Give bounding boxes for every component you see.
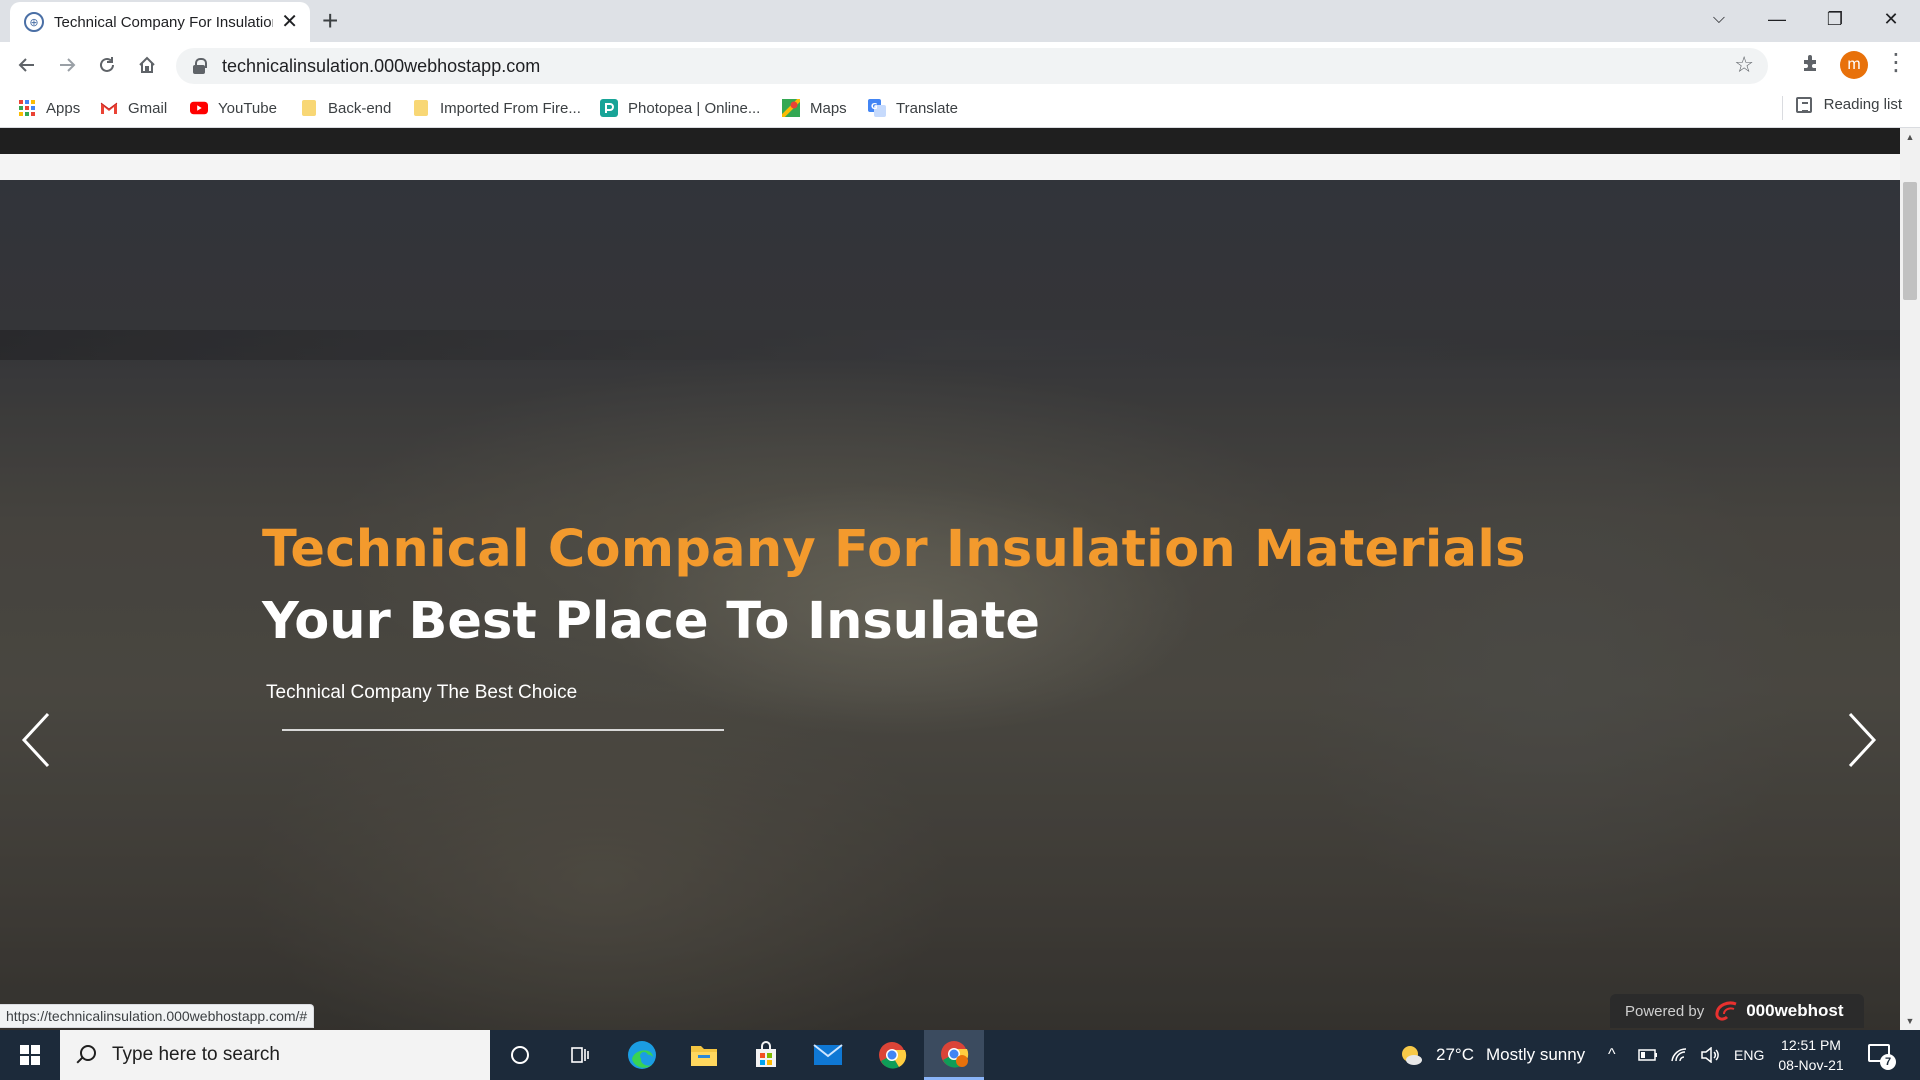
hero-slider: Technical Company For Insulation Materia… bbox=[0, 180, 1900, 1030]
weather-condition: Mostly sunny bbox=[1485, 1045, 1586, 1064]
windows-logo-icon bbox=[20, 1045, 40, 1065]
address-url[interactable]: technicalinsulation.000webhostapp.com bbox=[222, 56, 540, 77]
tab-strip: ⊕ Technical Company For Insulation Mater… bbox=[0, 0, 1920, 42]
maps-icon bbox=[782, 99, 800, 117]
bookmark-label: Imported From Fire... bbox=[440, 99, 581, 117]
hero-subtitle: Your Best Place To Insulate bbox=[262, 592, 1040, 651]
minimize-button[interactable]: — bbox=[1748, 0, 1806, 38]
bookmark-apps[interactable]: Apps bbox=[18, 96, 80, 120]
apps-grid-icon bbox=[18, 99, 36, 117]
hero-tagline: Technical Company The Best Choice bbox=[266, 682, 578, 703]
hero-divider bbox=[282, 729, 724, 731]
bookmark-label: Back-end bbox=[328, 99, 392, 117]
bookmark-back-end[interactable]: Back-end bbox=[300, 96, 391, 120]
notification-count: 7 bbox=[1880, 1054, 1896, 1070]
back-arrow-icon[interactable] bbox=[12, 50, 42, 80]
taskbar-search-box[interactable]: Type here to search bbox=[60, 1030, 490, 1080]
youtube-icon bbox=[190, 99, 208, 117]
bookmarks-divider bbox=[1782, 96, 1783, 120]
000webhost-logo-icon bbox=[1715, 1001, 1737, 1021]
start-button[interactable] bbox=[0, 1030, 60, 1080]
browser-toolbar: technicalinsulation.000webhostapp.com ☆ … bbox=[0, 42, 1920, 88]
bookmark-label: Gmail bbox=[128, 99, 168, 117]
page-scrollbar[interactable]: ▲ ▼ bbox=[1900, 128, 1920, 1030]
powered-by-brand: 000webhost bbox=[1746, 1001, 1844, 1020]
tab-search-button[interactable]: ⌵ bbox=[1690, 0, 1748, 38]
chrome-profile-icon[interactable] bbox=[924, 1030, 984, 1080]
bookmark-youtube[interactable]: YouTube bbox=[190, 96, 277, 120]
reload-icon[interactable] bbox=[92, 50, 122, 80]
wifi-icon[interactable] bbox=[1670, 1030, 1690, 1080]
link-status-bubble: https://technicalinsulation.000webhostap… bbox=[0, 1004, 315, 1028]
slider-prev-arrow-icon[interactable] bbox=[18, 710, 58, 770]
site-top-bar bbox=[0, 128, 1900, 154]
new-tab-button[interactable]: + bbox=[322, 6, 338, 36]
edge-icon[interactable] bbox=[612, 1030, 672, 1080]
reading-list-label: Reading list bbox=[1823, 96, 1902, 113]
file-explorer-icon[interactable] bbox=[674, 1030, 734, 1080]
bookmarks-bar: Apps Gmail YouTube Back-end Imported Fro… bbox=[0, 88, 1920, 128]
reading-list-button[interactable]: Reading list bbox=[1795, 96, 1902, 113]
clock-time: 12:51 PM bbox=[1781, 1037, 1841, 1053]
extensions-puzzle-icon[interactable] bbox=[1800, 52, 1822, 80]
bookmark-label: Photopea | Online... bbox=[628, 99, 761, 117]
home-icon[interactable] bbox=[132, 50, 162, 80]
bookmark-translate[interactable]: G Translate bbox=[868, 96, 958, 120]
search-icon bbox=[74, 1044, 96, 1066]
clock-date: 08-Nov-21 bbox=[1778, 1057, 1844, 1073]
scroll-thumb[interactable] bbox=[1903, 182, 1917, 300]
bookmark-label: Apps bbox=[46, 99, 81, 117]
restore-button[interactable]: ❐ bbox=[1806, 0, 1864, 38]
hero-title: Technical Company For Insulation Materia… bbox=[262, 520, 1526, 579]
photopea-icon bbox=[600, 99, 618, 117]
address-bar[interactable]: technicalinsulation.000webhostapp.com ☆ bbox=[176, 48, 1768, 84]
translate-icon: G bbox=[868, 99, 886, 117]
tab-title: Technical Company For Insulation Materia… bbox=[54, 13, 273, 31]
bookmark-imported-from-firefox[interactable]: Imported From Fire... bbox=[412, 96, 581, 120]
windows-taskbar: Type here to search 27°C Mostly sunny ^ … bbox=[0, 1030, 1920, 1080]
mail-icon[interactable] bbox=[798, 1030, 858, 1080]
forward-arrow-icon[interactable] bbox=[52, 50, 82, 80]
bookmark-photopea[interactable]: Photopea | Online... bbox=[600, 96, 760, 120]
scroll-down-arrow-icon[interactable]: ▼ bbox=[1900, 1012, 1920, 1030]
language-indicator[interactable]: ENG bbox=[1734, 1030, 1764, 1080]
weather-temp: 27°C bbox=[1436, 1045, 1474, 1064]
browser-menu-icon[interactable]: ⋮ bbox=[1884, 48, 1908, 78]
weather-widget[interactable]: 27°C Mostly sunny bbox=[1398, 1030, 1585, 1080]
lock-icon[interactable] bbox=[192, 58, 207, 74]
folder-icon bbox=[300, 99, 318, 117]
bookmark-label: YouTube bbox=[218, 99, 277, 117]
active-tab[interactable]: ⊕ Technical Company For Insulation Mater… bbox=[10, 2, 310, 42]
battery-icon[interactable] bbox=[1638, 1030, 1658, 1080]
bookmark-gmail[interactable]: Gmail bbox=[100, 96, 167, 120]
web-page: Technical Company For Insulation Materia… bbox=[0, 128, 1900, 1030]
chrome-icon[interactable] bbox=[862, 1030, 922, 1080]
volume-icon[interactable] bbox=[1700, 1030, 1720, 1080]
powered-by-badge[interactable]: Powered by 000webhost bbox=[1610, 994, 1864, 1028]
folder-icon bbox=[412, 99, 430, 117]
slider-next-arrow-icon[interactable] bbox=[1840, 710, 1880, 770]
search-placeholder: Type here to search bbox=[112, 1044, 280, 1065]
profile-avatar[interactable]: m bbox=[1840, 51, 1868, 79]
cortana-icon[interactable] bbox=[490, 1030, 550, 1080]
powered-by-label: Powered by bbox=[1625, 1002, 1705, 1020]
sun-cloud-icon bbox=[1402, 1046, 1422, 1065]
tab-close-icon[interactable]: ✕ bbox=[281, 12, 298, 32]
store-icon[interactable] bbox=[736, 1030, 796, 1080]
taskbar-clock[interactable]: 12:51 PM 08-Nov-21 bbox=[1768, 1035, 1854, 1075]
bookmark-label: Maps bbox=[810, 99, 847, 117]
bookmark-label: Translate bbox=[896, 99, 958, 117]
task-view-icon[interactable] bbox=[550, 1030, 610, 1080]
reading-list-icon bbox=[1795, 96, 1812, 113]
globe-favicon-icon: ⊕ bbox=[24, 12, 44, 32]
gmail-icon bbox=[100, 99, 118, 117]
tray-expand-icon[interactable]: ^ bbox=[1608, 1030, 1616, 1080]
svg-text:G: G bbox=[871, 102, 878, 111]
window-close-button[interactable]: ✕ bbox=[1862, 0, 1920, 38]
scroll-up-arrow-icon[interactable]: ▲ bbox=[1900, 128, 1920, 146]
bookmark-maps[interactable]: Maps bbox=[782, 96, 847, 120]
notification-center-icon[interactable]: 7 bbox=[1866, 1040, 1896, 1070]
bookmark-star-icon[interactable]: ☆ bbox=[1734, 52, 1754, 78]
